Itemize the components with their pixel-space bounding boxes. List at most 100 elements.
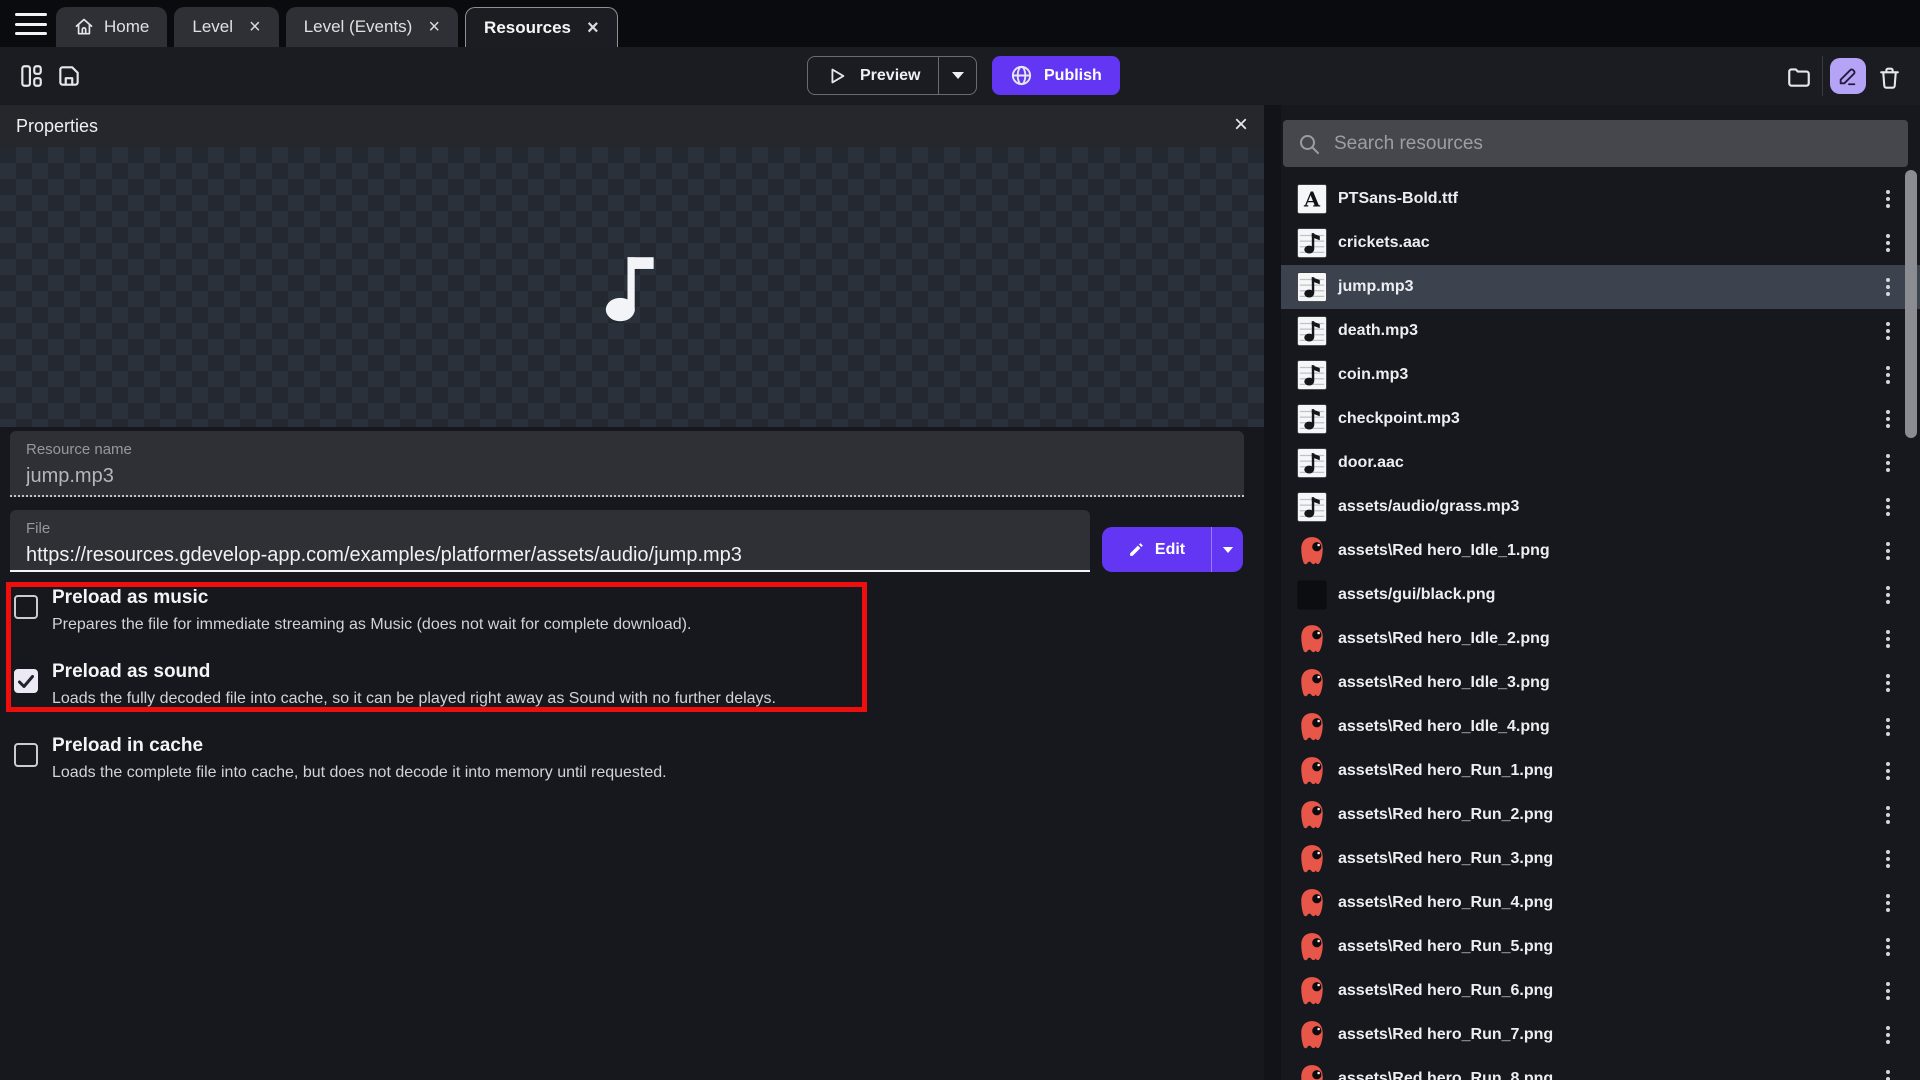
tab-resources[interactable]: Resources × bbox=[465, 7, 618, 47]
resource-menu-button[interactable] bbox=[1882, 890, 1894, 916]
preload-as-sound-checkbox[interactable] bbox=[14, 669, 38, 693]
resource-menu-button[interactable] bbox=[1882, 626, 1894, 652]
resource-menu-button[interactable] bbox=[1882, 362, 1894, 388]
tab-label: Level (Events) bbox=[304, 17, 413, 37]
close-icon[interactable]: × bbox=[249, 17, 261, 37]
resource-row[interactable]: checkpoint.mp3 bbox=[1281, 397, 1920, 441]
resource-menu-button[interactable] bbox=[1882, 274, 1894, 300]
resource-menu-button[interactable] bbox=[1882, 450, 1894, 476]
main-menu-button[interactable] bbox=[14, 11, 48, 37]
resource-row[interactable]: assets\Red hero_Run_2.png bbox=[1281, 793, 1920, 837]
tab-level-events[interactable]: Level (Events) × bbox=[286, 7, 458, 47]
trash-icon bbox=[1877, 65, 1902, 90]
resource-row[interactable]: jump.mp3 bbox=[1281, 265, 1920, 309]
close-icon[interactable]: × bbox=[587, 18, 599, 38]
resource-menu-button[interactable] bbox=[1882, 1066, 1894, 1080]
resource-menu-button[interactable] bbox=[1882, 802, 1894, 828]
layout-panels-icon bbox=[18, 63, 44, 89]
resource-row[interactable]: assets\Red hero_Idle_3.png bbox=[1281, 661, 1920, 705]
edit-options-button[interactable] bbox=[1211, 527, 1243, 572]
open-panels-button[interactable] bbox=[16, 61, 46, 91]
home-icon bbox=[74, 17, 94, 37]
hamburger-icon bbox=[15, 13, 47, 16]
resource-row[interactable]: assets\Red hero_Idle_1.png bbox=[1281, 529, 1920, 573]
resource-menu-button[interactable] bbox=[1882, 1022, 1894, 1048]
edit-label: Edit bbox=[1155, 541, 1185, 559]
resource-row[interactable]: assets\Red hero_Idle_2.png bbox=[1281, 617, 1920, 661]
resource-preview-area bbox=[0, 147, 1264, 427]
preload-as-music-checkbox[interactable] bbox=[14, 595, 38, 619]
search-box bbox=[1283, 120, 1908, 167]
resource-name: assets\Red hero_Idle_2.png bbox=[1338, 630, 1550, 648]
resource-menu-button[interactable] bbox=[1882, 934, 1894, 960]
file-label: File bbox=[26, 520, 1074, 537]
resource-name: assets\Red hero_Run_8.png bbox=[1338, 1070, 1553, 1080]
resource-menu-button[interactable] bbox=[1882, 582, 1894, 608]
resource-row[interactable]: door.aac bbox=[1281, 441, 1920, 485]
pencil-icon bbox=[1837, 65, 1859, 87]
resource-row[interactable]: assets\Red hero_Run_5.png bbox=[1281, 925, 1920, 969]
sidebar-scrollbar[interactable] bbox=[1905, 170, 1917, 438]
resource-menu-button[interactable] bbox=[1882, 494, 1894, 520]
tab-home[interactable]: Home bbox=[56, 7, 167, 47]
save-icon bbox=[56, 63, 82, 89]
resource-row[interactable]: assets\Red hero_Run_3.png bbox=[1281, 837, 1920, 881]
resource-name: assets/audio/grass.mp3 bbox=[1338, 498, 1519, 516]
preview-button[interactable]: Preview bbox=[808, 57, 938, 94]
resource-row[interactable]: assets\Red hero_Run_8.png bbox=[1281, 1057, 1920, 1080]
resource-row[interactable]: assets\Red hero_Run_1.png bbox=[1281, 749, 1920, 793]
resource-row[interactable]: assets\Red hero_Idle_4.png bbox=[1281, 705, 1920, 749]
delete-resource-button[interactable] bbox=[1874, 62, 1904, 92]
preview-options-button[interactable] bbox=[938, 57, 976, 94]
option-description: Prepares the file for immediate streamin… bbox=[52, 614, 691, 636]
resource-menu-button[interactable] bbox=[1882, 714, 1894, 740]
red-hero-sprite-icon bbox=[1299, 624, 1325, 654]
resource-name: coin.mp3 bbox=[1338, 366, 1408, 384]
resource-name-label: Resource name bbox=[26, 441, 1228, 458]
resource-row[interactable]: assets\Red hero_Run_4.png bbox=[1281, 881, 1920, 925]
resource-row[interactable]: crickets.aac bbox=[1281, 221, 1920, 265]
resource-list: APTSans-Bold.ttfcrickets.aacjump.mp3deat… bbox=[1281, 177, 1920, 1080]
resource-name: assets\Red hero_Run_7.png bbox=[1338, 1026, 1553, 1044]
resource-row[interactable]: assets\Red hero_Run_7.png bbox=[1281, 1013, 1920, 1057]
resource-row[interactable]: APTSans-Bold.ttf bbox=[1281, 177, 1920, 221]
edit-properties-tool-button[interactable] bbox=[1830, 58, 1866, 94]
file-field[interactable]: File https://resources.gdevelop-app.com/… bbox=[10, 510, 1090, 572]
resource-menu-button[interactable] bbox=[1882, 758, 1894, 784]
red-hero-sprite-icon bbox=[1299, 932, 1325, 962]
resource-menu-button[interactable] bbox=[1882, 670, 1894, 696]
resource-row[interactable]: assets/gui/black.png bbox=[1281, 573, 1920, 617]
resource-name: assets\Red hero_Idle_3.png bbox=[1338, 674, 1550, 692]
resource-menu-button[interactable] bbox=[1882, 186, 1894, 212]
folder-icon bbox=[1786, 64, 1812, 90]
preload-in-cache-checkbox[interactable] bbox=[14, 743, 38, 767]
resource-menu-button[interactable] bbox=[1882, 538, 1894, 564]
open-folder-button[interactable] bbox=[1784, 62, 1814, 92]
option-description: Loads the fully decoded file into cache,… bbox=[52, 688, 776, 710]
resource-name: PTSans-Bold.ttf bbox=[1338, 190, 1458, 208]
resource-row[interactable]: death.mp3 bbox=[1281, 309, 1920, 353]
resource-name-field[interactable]: Resource name jump.mp3 bbox=[10, 431, 1244, 497]
audio-file-icon bbox=[1297, 492, 1327, 522]
red-hero-sprite-icon bbox=[1299, 1020, 1325, 1050]
audio-file-icon bbox=[1297, 448, 1327, 478]
resource-menu-button[interactable] bbox=[1882, 978, 1894, 1004]
resource-row[interactable]: assets\Red hero_Run_6.png bbox=[1281, 969, 1920, 1013]
close-icon[interactable]: × bbox=[1234, 113, 1248, 137]
gdevelop-window: Home Level × Level (Events) × Resources … bbox=[0, 0, 1920, 1080]
resource-menu-button[interactable] bbox=[1882, 846, 1894, 872]
resource-menu-button[interactable] bbox=[1882, 318, 1894, 344]
resource-menu-button[interactable] bbox=[1882, 230, 1894, 256]
search-icon bbox=[1297, 132, 1321, 156]
preload-as-music-option: Preload as music Prepares the file for i… bbox=[14, 585, 914, 636]
close-icon[interactable]: × bbox=[428, 17, 440, 37]
resource-row[interactable]: assets/audio/grass.mp3 bbox=[1281, 485, 1920, 529]
tab-level[interactable]: Level × bbox=[174, 7, 278, 47]
publish-button[interactable]: Publish bbox=[992, 56, 1120, 95]
save-button[interactable] bbox=[54, 61, 84, 91]
search-input[interactable] bbox=[1334, 133, 1894, 155]
preload-in-cache-option: Preload in cache Loads the complete file… bbox=[14, 733, 914, 784]
resource-menu-button[interactable] bbox=[1882, 406, 1894, 432]
resource-row[interactable]: coin.mp3 bbox=[1281, 353, 1920, 397]
edit-button[interactable]: Edit bbox=[1102, 541, 1211, 559]
